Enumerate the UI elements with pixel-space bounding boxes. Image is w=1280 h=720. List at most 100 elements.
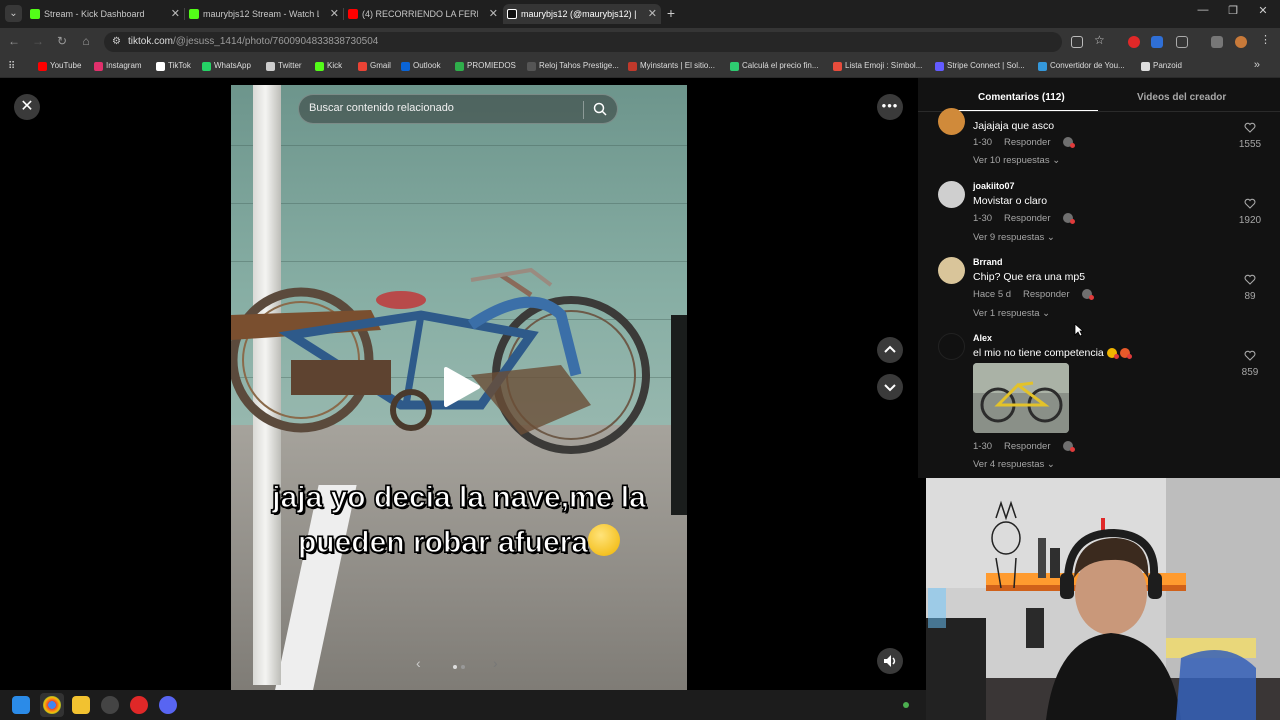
close-viewer-button[interactable]: ✕ — [14, 94, 40, 120]
browser-tab-strip: ⌄ Stream - Kick Dashboard ✕ maurybjs12 S… — [0, 0, 1280, 28]
carousel-next-icon[interactable]: › — [493, 655, 498, 671]
bookmark-item[interactable]: Instagram — [94, 61, 142, 71]
bookmark-item[interactable]: WhatsApp — [202, 61, 251, 71]
reaction-icon[interactable] — [1081, 289, 1094, 300]
bookmark-item[interactable]: Kick — [315, 61, 342, 71]
next-post-button[interactable] — [877, 374, 903, 400]
carousel-prev-icon[interactable]: ‹ — [416, 655, 421, 671]
avatar[interactable] — [938, 257, 965, 284]
tab-kick-dashboard[interactable]: Stream - Kick Dashboard ✕ — [26, 4, 184, 24]
carousel-dot[interactable] — [461, 665, 465, 669]
avatar[interactable] — [938, 108, 965, 135]
profile-avatar[interactable] — [1235, 36, 1247, 48]
bookmark-item[interactable]: Convertidor de You... — [1038, 61, 1125, 71]
close-tab-icon[interactable]: ✕ — [648, 4, 657, 24]
more-options-button[interactable]: ••• — [877, 94, 903, 120]
bookmark-item[interactable]: Stripe Connect | Sol... — [935, 61, 1025, 71]
related-search-input[interactable] — [309, 102, 579, 114]
avatar[interactable] — [938, 333, 965, 360]
reply-button[interactable]: Responder — [1004, 441, 1050, 452]
bookmark-favicon-icon — [935, 62, 944, 71]
browser-menu-icon[interactable]: ⋮ — [1260, 33, 1272, 46]
view-replies-button[interactable]: Ver 9 respuestas ⌄ — [973, 232, 1055, 243]
extension-blue-icon[interactable] — [1151, 36, 1163, 48]
bookmark-item[interactable]: TikTok — [156, 61, 191, 71]
like-count: 1555 — [1238, 139, 1262, 150]
windows-start-icon[interactable] — [12, 696, 30, 714]
bookmark-item[interactable]: Myinstants | El sitio... — [628, 61, 715, 71]
comment-username[interactable]: Brrand — [973, 257, 1003, 267]
tab-comments[interactable]: Comentarios (112) — [978, 92, 1065, 103]
bookmark-item[interactable]: Lista Emoji : Símbol... — [833, 61, 922, 71]
view-replies-button[interactable]: Ver 4 respuestas ⌄ — [973, 459, 1055, 470]
search-icon[interactable] — [593, 102, 607, 116]
file-explorer-icon[interactable] — [72, 696, 90, 714]
reload-icon[interactable]: ↻ — [54, 34, 70, 48]
app-icon[interactable] — [101, 696, 119, 714]
close-tab-icon[interactable]: ✕ — [330, 4, 339, 24]
reaction-icon[interactable] — [1062, 441, 1075, 452]
extension-red-icon[interactable] — [1128, 36, 1140, 48]
like-button[interactable]: 1555 — [1232, 120, 1268, 150]
discord-icon[interactable] — [159, 696, 177, 714]
like-button[interactable]: 1920 — [1232, 196, 1268, 226]
extensions-puzzle-icon[interactable] — [1176, 36, 1188, 48]
reply-button[interactable]: Responder — [1023, 289, 1069, 300]
like-button[interactable]: 859 — [1232, 348, 1268, 378]
comment-username[interactable]: Alex — [973, 333, 992, 343]
more-bookmarks-icon[interactable]: » — [1254, 59, 1260, 71]
tab-youtube[interactable]: (4) RECORRIENDO LA FERIA MAS ✕ — [344, 4, 502, 24]
bookmark-item[interactable]: Reloj Tahos Prestige... — [527, 61, 619, 71]
reply-button[interactable]: Responder — [1004, 213, 1050, 224]
restore-icon[interactable]: ❐ — [1223, 4, 1243, 17]
tab-search-button[interactable]: ⌄ — [5, 5, 22, 22]
comment-image-bicycle[interactable] — [973, 363, 1069, 433]
previous-post-button[interactable] — [877, 337, 903, 363]
bicycle-photo — [973, 363, 1069, 433]
apps-grid-icon[interactable]: ⠿ — [8, 61, 15, 72]
related-search-bar[interactable] — [298, 94, 618, 124]
install-app-icon[interactable] — [1071, 36, 1083, 48]
bookmark-item[interactable]: Outlook — [401, 61, 441, 71]
avatar[interactable] — [938, 181, 965, 208]
bookmark-item[interactable]: Panzoid — [1141, 61, 1182, 71]
address-bar[interactable]: ⚙ tiktok.com/@jesuss_1414/photo/76009048… — [104, 32, 1062, 52]
tab-kick-stream[interactable]: maurybjs12 Stream - Watch Live ✕ — [185, 4, 343, 24]
tab-tiktok[interactable]: maurybjs12 (@maurybjs12) | TikTok ✕ — [503, 4, 661, 24]
bookmark-item[interactable]: Gmail — [358, 61, 391, 71]
bookmark-star-icon[interactable]: ☆ — [1094, 33, 1106, 47]
bookmark-item[interactable]: Twitter — [266, 61, 302, 71]
home-icon[interactable]: ⌂ — [78, 34, 94, 48]
back-icon[interactable]: ← — [6, 34, 22, 48]
bookmark-item[interactable]: YouTube — [38, 61, 81, 71]
bookmark-item[interactable]: PROMIEDOS — [455, 61, 516, 71]
forward-icon[interactable]: → — [30, 34, 46, 48]
site-info-icon[interactable]: ⚙ — [112, 36, 121, 47]
bookmark-favicon-icon — [38, 62, 47, 71]
photo-post-image[interactable]: jaja yo decia la nave,me la pueden robar… — [231, 85, 687, 690]
reply-button[interactable]: Responder — [1004, 137, 1050, 148]
kick-icon — [30, 9, 40, 19]
chrome-icon[interactable] — [43, 696, 61, 714]
close-tab-icon[interactable]: ✕ — [171, 4, 180, 24]
volume-button[interactable] — [877, 648, 903, 674]
comments-panel: Comentarios (112) Videos del creador Jaj… — [918, 78, 1280, 478]
carousel-dot-active[interactable] — [453, 665, 457, 669]
tab-creator-videos[interactable]: Videos del creador — [1137, 92, 1226, 103]
reaction-icon[interactable] — [1062, 137, 1075, 148]
minimize-icon[interactable]: — — [1193, 4, 1213, 16]
play-icon[interactable] — [442, 365, 482, 409]
new-tab-button[interactable]: + — [663, 5, 679, 21]
bookmark-item[interactable]: Calculá el precio fin... — [730, 61, 818, 71]
youtube-app-icon[interactable] — [130, 696, 148, 714]
reading-list-icon[interactable] — [1211, 36, 1223, 48]
like-button[interactable]: 89 — [1232, 272, 1268, 302]
view-replies-button[interactable]: Ver 1 respuesta ⌄ — [973, 308, 1050, 319]
view-replies-button[interactable]: Ver 10 respuestas ⌄ — [973, 155, 1060, 166]
reaction-icon[interactable] — [1062, 213, 1075, 224]
bookmark-favicon-icon — [1141, 62, 1150, 71]
like-count: 89 — [1244, 291, 1256, 302]
close-tab-icon[interactable]: ✕ — [489, 4, 498, 24]
comment-username[interactable]: joakiito07 — [973, 181, 1015, 191]
window-close-icon[interactable]: ✕ — [1253, 4, 1273, 17]
